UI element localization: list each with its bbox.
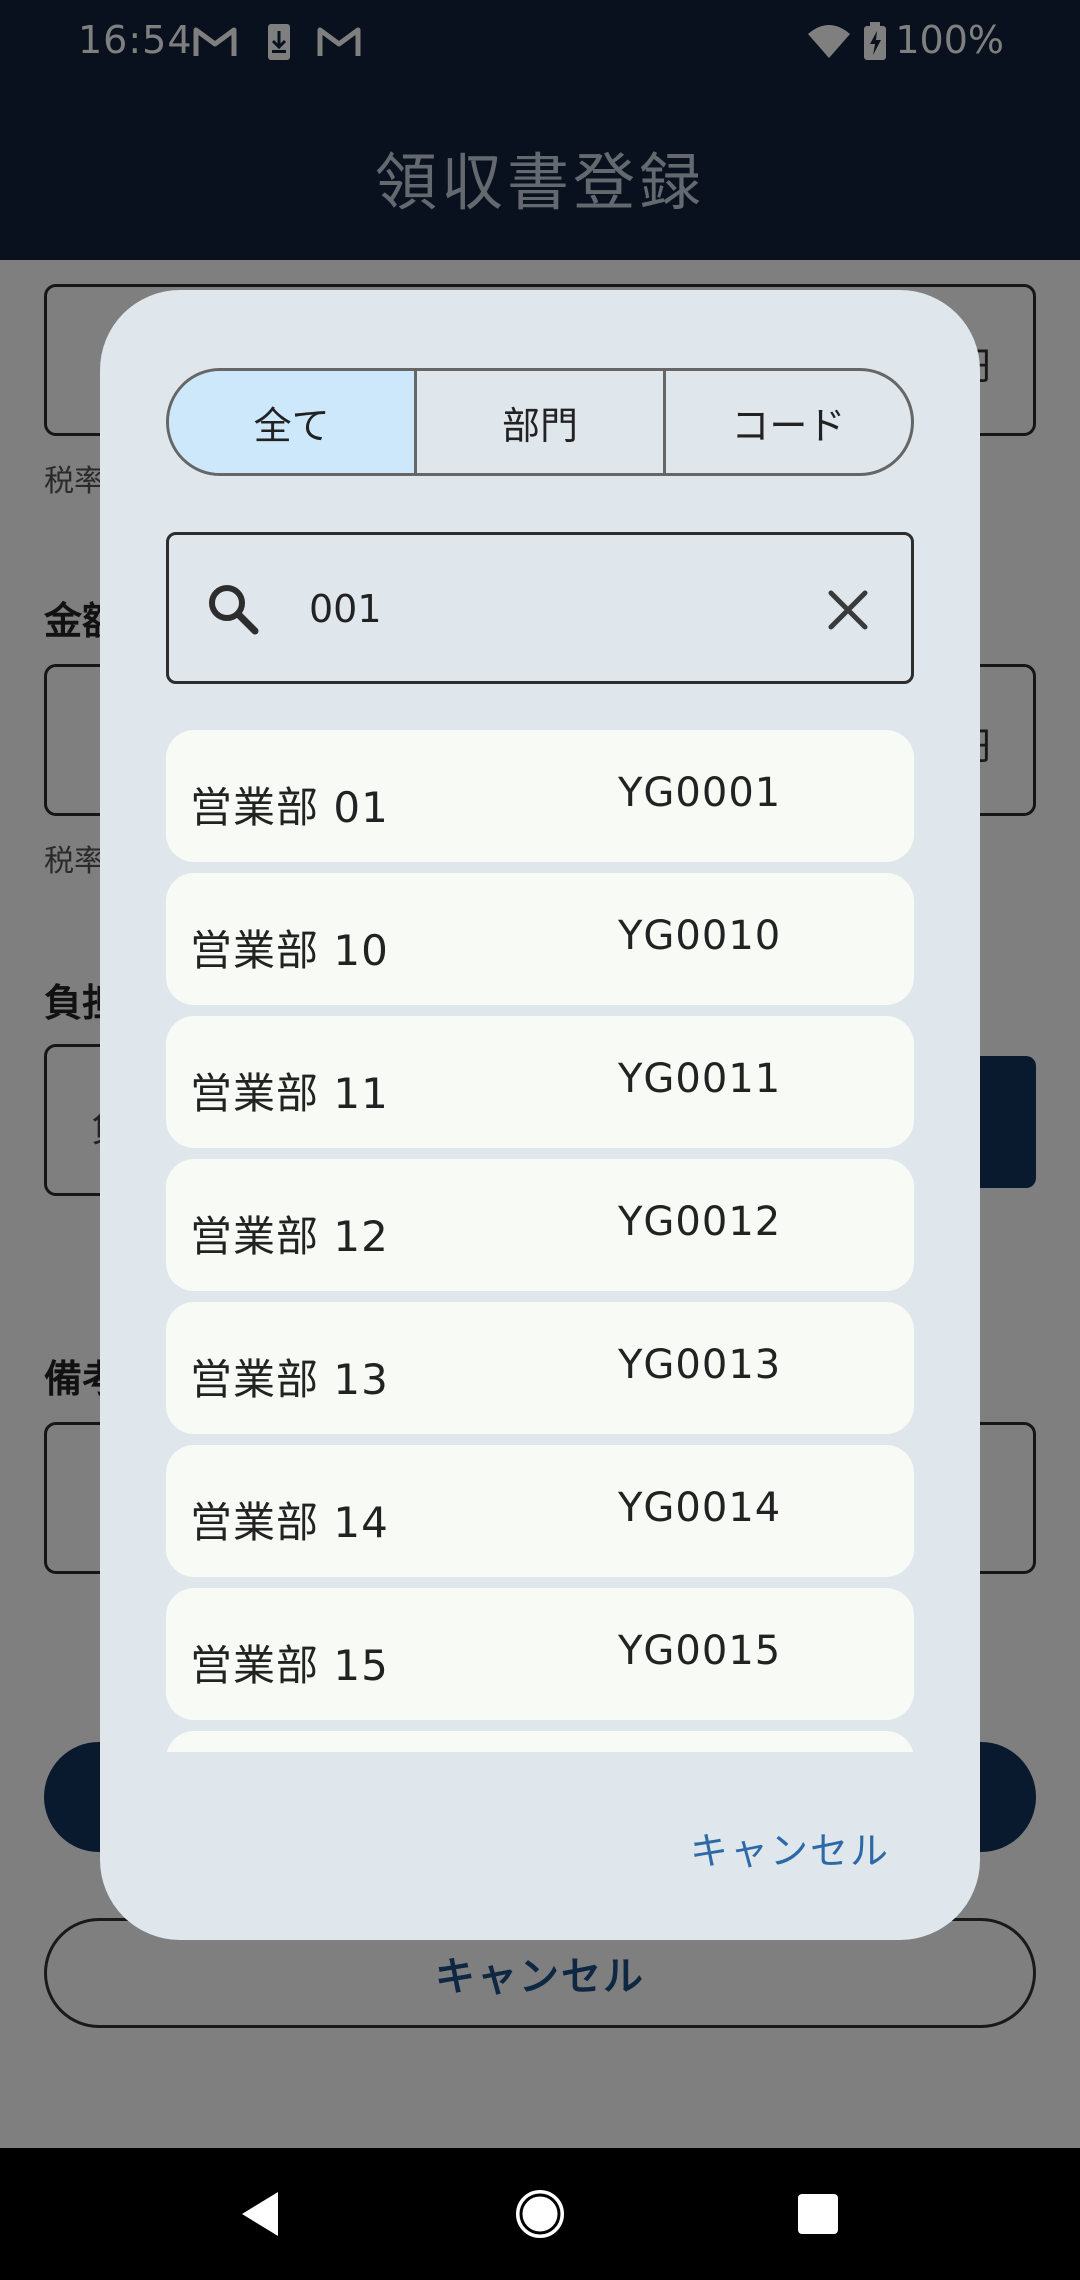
item-department-name: 営業部 01 [190,783,389,832]
list-item-partial[interactable] [166,1731,914,1752]
item-department-code: YG0011 [618,1056,782,1102]
segment-department[interactable]: 部門 [417,371,666,473]
list-item[interactable]: 営業部 15 YG0015 [166,1588,914,1720]
home-icon[interactable] [508,2182,572,2246]
item-department-code: YG0015 [618,1628,782,1674]
search-field[interactable]: 001 [166,532,914,684]
department-picker-dialog: 全て 部門 コード 001 営業部 01 YG0001 営業部 10 YG001… [100,290,980,1940]
item-department-code: YG0013 [618,1342,782,1388]
result-list: 営業部 01 YG0001 営業部 10 YG0010 営業部 11 YG001… [166,730,914,1752]
search-icon [209,585,259,635]
item-department-name: 営業部 11 [190,1069,389,1118]
filter-segmented-control: 全て 部門 コード [166,368,914,476]
close-icon[interactable] [823,585,873,635]
item-department-code: YG0014 [618,1485,782,1531]
back-icon[interactable] [228,2182,292,2246]
item-department-name: 営業部 10 [190,926,389,975]
segment-all[interactable]: 全て [169,371,418,473]
list-item[interactable]: 営業部 01 YG0001 [166,730,914,862]
list-item[interactable]: 営業部 10 YG0010 [166,873,914,1005]
item-department-name: 営業部 13 [190,1355,389,1404]
item-department-code: YG0001 [618,770,782,816]
item-department-name: 営業部 14 [190,1498,389,1547]
list-item[interactable]: 営業部 11 YG0011 [166,1016,914,1148]
search-input[interactable]: 001 [309,587,382,631]
list-item[interactable]: 営業部 13 YG0013 [166,1302,914,1434]
item-department-code: YG0012 [618,1199,782,1245]
list-item[interactable]: 営業部 12 YG0012 [166,1159,914,1291]
item-department-name: 営業部 12 [190,1212,389,1261]
item-department-code: YG0010 [618,913,782,959]
dialog-cancel-button[interactable]: キャンセル [690,1820,890,1875]
recents-icon[interactable] [786,2182,850,2246]
list-item[interactable]: 営業部 14 YG0014 [166,1445,914,1577]
navigation-bar [0,2148,1080,2280]
screen: 円 税率 金額 円 税率 負担 負 備考 キャンセル 16:54 [0,0,1080,2280]
item-department-name: 営業部 15 [190,1641,389,1690]
segment-code[interactable]: コード [666,371,911,473]
